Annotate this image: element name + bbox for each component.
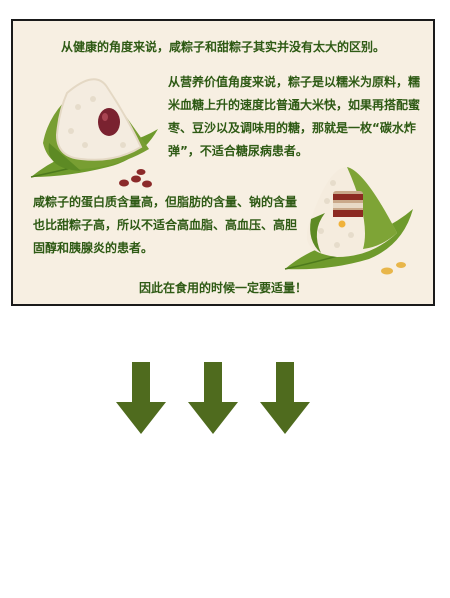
- footer-note: 因此在食用的时候一定要适量！: [138, 281, 307, 295]
- salty-zongzi-paragraph: 咸粽子的蛋白质含量高，但脂肪的含量、钠的含量也比甜粽子高，所以不适合高血脂、高血…: [33, 195, 298, 255]
- down-arrow-icon: [116, 362, 166, 434]
- info-card: 从健康的角度来说，咸粽子和甜粽子其实并没有太大的区别。 从营养价值角度来说，粽子…: [11, 19, 435, 306]
- zongzi-pork-icon: [284, 167, 413, 275]
- down-arrow-icon: [260, 362, 310, 434]
- card-title: 从健康的角度来说，咸粽子和甜粽子其实并没有太大的区别。: [60, 40, 385, 54]
- zongzi-red-bean-icon: [30, 78, 158, 188]
- sweet-zongzi-paragraph: 从营养价值角度来说，粽子是以糯米为原料，糯米血糖上升的速度比普通大米快，如果再搭…: [168, 75, 421, 158]
- down-arrows: [116, 362, 310, 434]
- down-arrow-icon: [188, 362, 238, 434]
